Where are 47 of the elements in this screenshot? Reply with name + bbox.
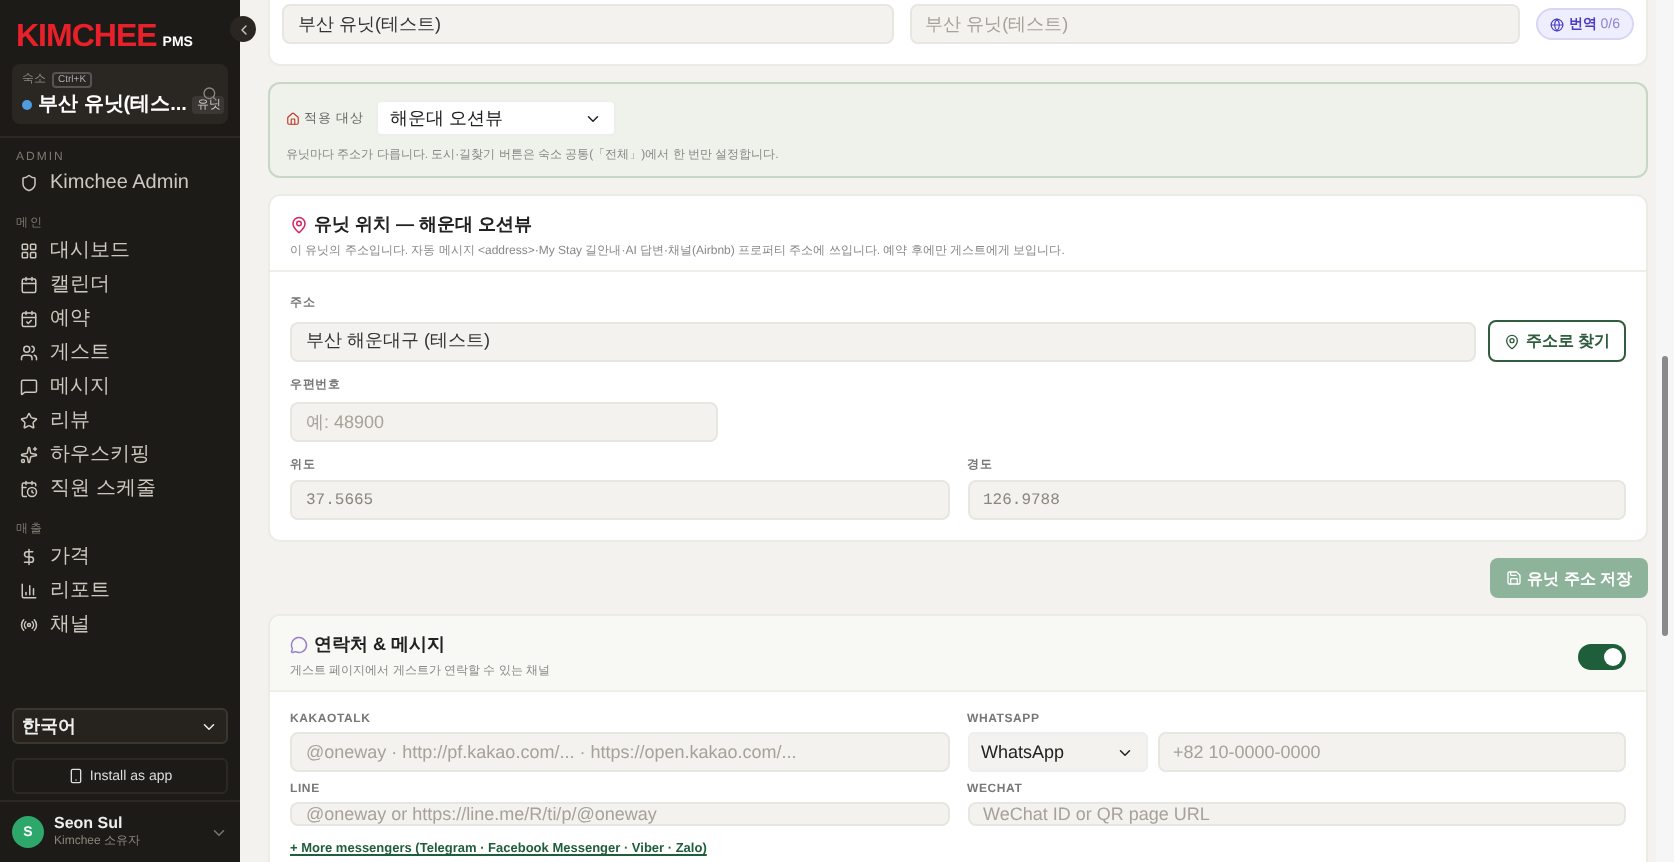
star-icon [20,412,38,430]
bar-chart-icon [20,582,38,600]
messenger-select[interactable]: WhatsApp [967,732,1147,772]
calendar-check-icon [20,310,38,328]
message-icon [20,378,38,396]
nav-item[interactable]: 직원 스케줄 [12,472,228,506]
collapse-button[interactable] [230,16,256,42]
card-title: 연락처 & 메시지 [290,632,551,658]
unit-select[interactable]: 해운대 오션뷰 [375,100,616,136]
dollar-icon [20,548,38,566]
nav-item[interactable]: 리포트 [12,574,228,608]
shield-icon [20,174,38,192]
nav-item[interactable]: 예약 [12,302,228,336]
nav-item[interactable]: 하우스키핑 [12,438,228,472]
card-title: 유닛 위치 — 해운대 오션뷰 [290,212,1065,238]
nav-item[interactable]: 리뷰 [12,404,228,438]
nav-item[interactable]: 가격 [12,540,228,574]
radio-icon [20,616,38,634]
users-icon [20,344,38,362]
toggle-switch[interactable] [1578,643,1626,669]
nav-item[interactable]: 메시지 [12,370,228,404]
save-icon [1505,570,1522,586]
nav-item[interactable]: 대시보드 [12,234,228,268]
nav-item[interactable]: 캘린더 [12,268,228,302]
phone-icon [67,768,84,784]
house-icon [286,111,300,125]
nav-item[interactable]: Kimchee Admin [12,166,228,200]
search-icon[interactable] [202,86,218,102]
nav-item[interactable]: 게스트 [12,336,228,370]
status-dot [22,99,32,109]
property-name: 부산 유닛(테스... [38,92,187,118]
calendar-icon [20,276,38,294]
globe-icon [1550,17,1565,31]
user-name: Seon Sul [54,814,125,832]
find-address-button[interactable]: 주소로 찾기 [1487,320,1626,362]
name-input[interactable]: 부산 유닛(테스트) [282,4,894,44]
grid-icon [20,242,38,260]
language-select[interactable]: 한국어 [12,708,228,744]
sparkles-icon [20,446,38,464]
calendar-clock-icon [20,480,38,498]
pin-icon [290,216,308,234]
pin-icon [1503,333,1520,349]
address-input[interactable]: 부산 해운대구 (테스트) [290,321,1476,361]
nav-item[interactable]: 채널 [12,608,228,642]
speech-bubble-icon [290,636,308,654]
logo: KIMCHEE [16,20,157,56]
scrollbar[interactable] [1656,0,1674,862]
